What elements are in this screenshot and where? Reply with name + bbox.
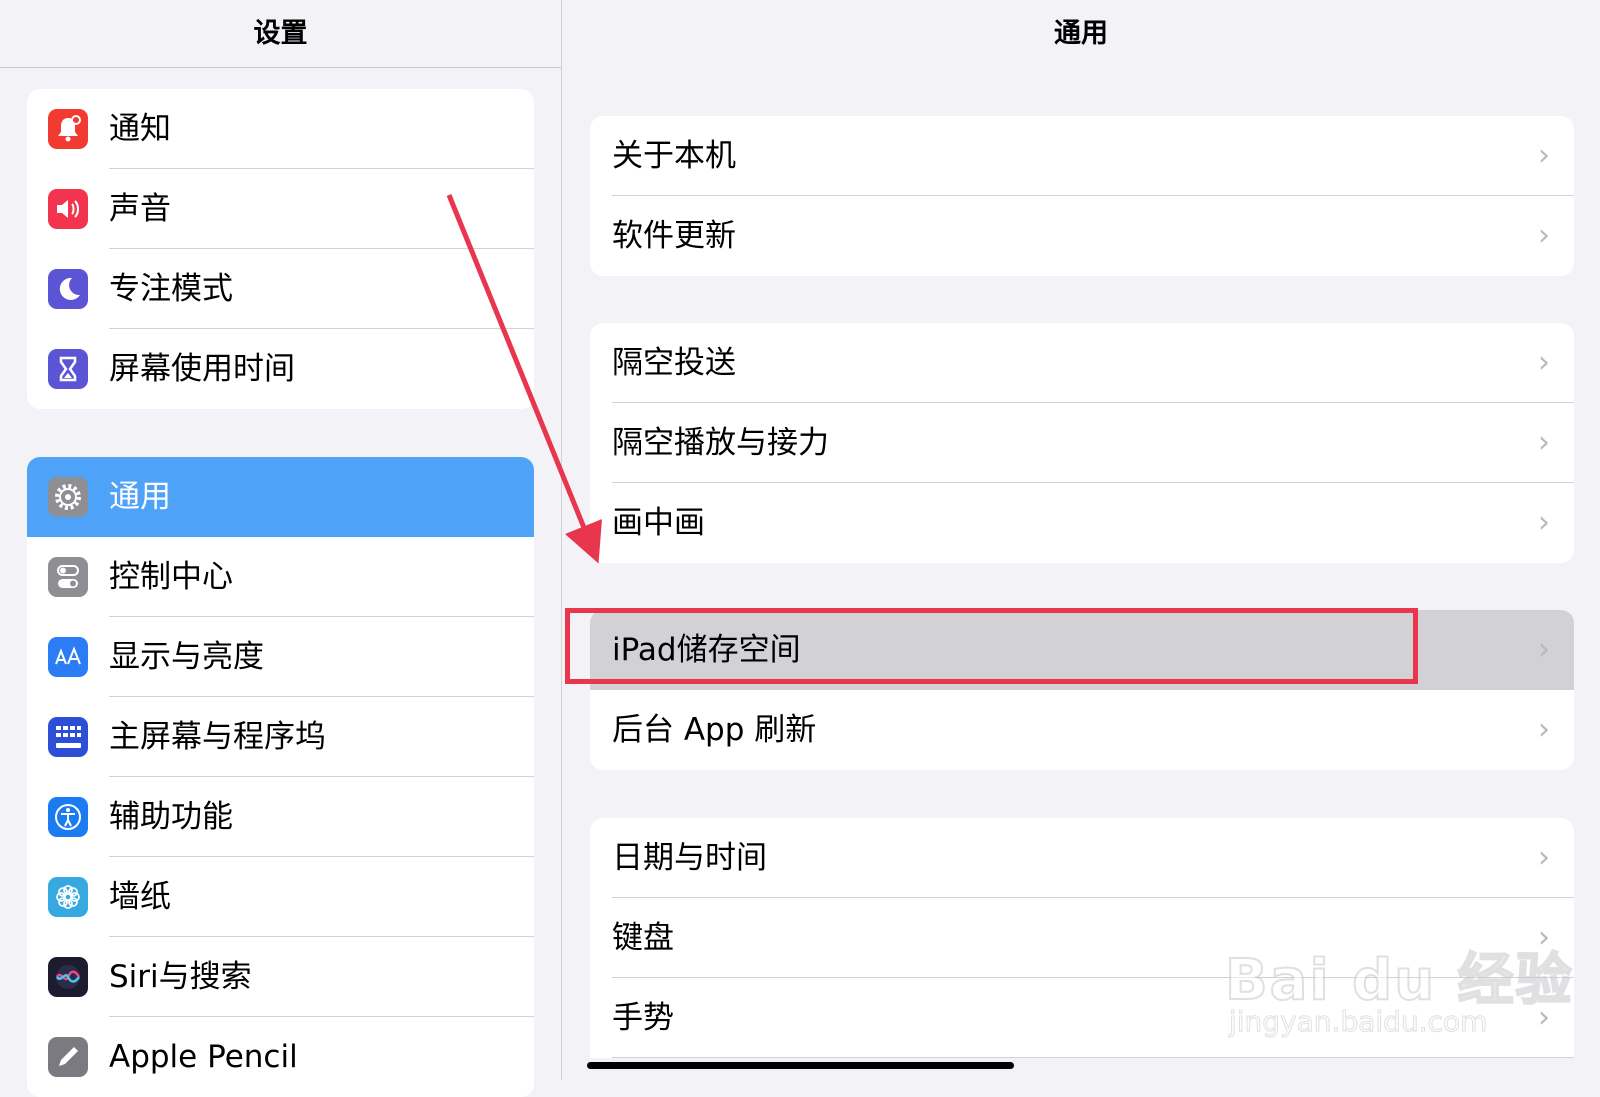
row-date-time[interactable]: 日期与时间 › bbox=[590, 818, 1574, 898]
row-label: 关于本机 bbox=[612, 138, 736, 174]
sidebar-item-screen-time[interactable]: 屏幕使用时间 bbox=[27, 329, 534, 409]
chevron-right-icon: › bbox=[1538, 840, 1550, 875]
sidebar-item-apple-pencil[interactable]: Apple Pencil bbox=[27, 1017, 534, 1097]
row-label: 日期与时间 bbox=[612, 840, 767, 876]
general-group-4: 日期与时间 › 键盘 › 手势 › bbox=[590, 818, 1574, 1058]
sidebar-item-label: 声音 bbox=[109, 191, 171, 227]
row-airdrop[interactable]: 隔空投送 › bbox=[590, 323, 1574, 403]
row-label: 软件更新 bbox=[612, 218, 736, 254]
speaker-icon bbox=[48, 189, 88, 229]
row-ipad-storage[interactable]: iPad储存空间 › bbox=[590, 610, 1574, 690]
sidebar-item-accessibility[interactable]: 辅助功能 bbox=[27, 777, 534, 857]
sidebar-item-general[interactable]: 通用 bbox=[27, 457, 534, 537]
chevron-right-icon: › bbox=[1538, 1000, 1550, 1035]
row-airplay-handoff[interactable]: 隔空播放与接力 › bbox=[590, 403, 1574, 483]
row-label: 隔空播放与接力 bbox=[612, 425, 829, 461]
sidebar-item-label: 屏幕使用时间 bbox=[109, 351, 295, 387]
general-group-2: 隔空投送 › 隔空播放与接力 › 画中画 › bbox=[590, 323, 1574, 563]
sidebar-item-label: 显示与亮度 bbox=[109, 639, 264, 675]
sidebar-item-home-screen-dock[interactable]: 主屏幕与程序坞 bbox=[27, 697, 534, 777]
text-size-icon bbox=[48, 637, 88, 677]
pencil-icon bbox=[48, 1037, 88, 1077]
row-label: 画中画 bbox=[612, 505, 705, 541]
sidebar-item-label: 通知 bbox=[109, 111, 171, 147]
row-keyboard[interactable]: 键盘 › bbox=[590, 898, 1574, 978]
row-background-app-refresh[interactable]: 后台 App 刷新 › bbox=[590, 690, 1574, 770]
sidebar-group-1: 通知 声音 专注模式 屏幕使用时间 bbox=[27, 89, 534, 409]
chevron-right-icon: › bbox=[1538, 425, 1550, 460]
divider bbox=[612, 1057, 1574, 1058]
row-software-update[interactable]: 软件更新 › bbox=[590, 196, 1574, 276]
sidebar-item-label: Siri与搜索 bbox=[109, 959, 252, 995]
sidebar-item-label: 专注模式 bbox=[109, 271, 233, 307]
siri-icon bbox=[48, 957, 88, 997]
chevron-right-icon: › bbox=[1538, 505, 1550, 540]
chevron-right-icon: › bbox=[1538, 632, 1550, 667]
chevron-right-icon: › bbox=[1538, 920, 1550, 955]
sidebar-item-siri-search[interactable]: Siri与搜索 bbox=[27, 937, 534, 1017]
row-label: 后台 App 刷新 bbox=[612, 712, 817, 748]
row-picture-in-picture[interactable]: 画中画 › bbox=[590, 483, 1574, 563]
sidebar-item-label: 主屏幕与程序坞 bbox=[109, 719, 326, 755]
sidebar-item-label: 墙纸 bbox=[109, 879, 171, 915]
sidebar-item-control-center[interactable]: 控制中心 bbox=[27, 537, 534, 617]
chevron-right-icon: › bbox=[1538, 712, 1550, 747]
row-label: 手势 bbox=[612, 1000, 674, 1036]
sidebar-item-label: 通用 bbox=[109, 479, 171, 515]
app-grid-icon bbox=[48, 717, 88, 757]
sidebar-item-label: 控制中心 bbox=[109, 559, 233, 595]
general-group-1: 关于本机 › 软件更新 › bbox=[590, 116, 1574, 276]
sidebar-item-focus[interactable]: 专注模式 bbox=[27, 249, 534, 329]
general-group-3: iPad储存空间 › 后台 App 刷新 › bbox=[590, 610, 1574, 770]
sidebar-item-notifications[interactable]: 通知 bbox=[27, 89, 534, 169]
sidebar-title: 设置 bbox=[0, 0, 561, 68]
sidebar-item-wallpaper[interactable]: 墙纸 bbox=[27, 857, 534, 937]
page-title: 通用 bbox=[1054, 18, 1108, 49]
toggles-icon bbox=[48, 557, 88, 597]
sidebar-item-sounds[interactable]: 声音 bbox=[27, 169, 534, 249]
sidebar-item-label: Apple Pencil bbox=[109, 1039, 298, 1075]
moon-icon bbox=[48, 269, 88, 309]
hourglass-icon bbox=[48, 349, 88, 389]
settings-sidebar: 设置 通知 声音 专注模式 屏幕使用时间 通用 控制中心 显示与亮度 主屏幕与程… bbox=[0, 0, 562, 1097]
row-label: 隔空投送 bbox=[612, 345, 736, 381]
home-indicator bbox=[587, 1062, 1014, 1069]
row-about[interactable]: 关于本机 › bbox=[590, 116, 1574, 196]
notification-bell-icon bbox=[48, 109, 88, 149]
gear-icon bbox=[48, 477, 88, 517]
row-label: iPad储存空间 bbox=[612, 632, 801, 668]
chevron-right-icon: › bbox=[1538, 138, 1550, 173]
sidebar-item-display-brightness[interactable]: 显示与亮度 bbox=[27, 617, 534, 697]
chevron-right-icon: › bbox=[1538, 218, 1550, 253]
sidebar-group-2: 通用 控制中心 显示与亮度 主屏幕与程序坞 辅助功能 墙纸 Siri与搜索 Ap… bbox=[27, 457, 534, 1097]
row-label: 键盘 bbox=[612, 920, 674, 956]
sidebar-item-label: 辅助功能 bbox=[109, 799, 233, 835]
accessibility-icon bbox=[48, 797, 88, 837]
chevron-right-icon: › bbox=[1538, 345, 1550, 380]
row-gestures[interactable]: 手势 › bbox=[590, 978, 1574, 1058]
flower-icon bbox=[48, 877, 88, 917]
